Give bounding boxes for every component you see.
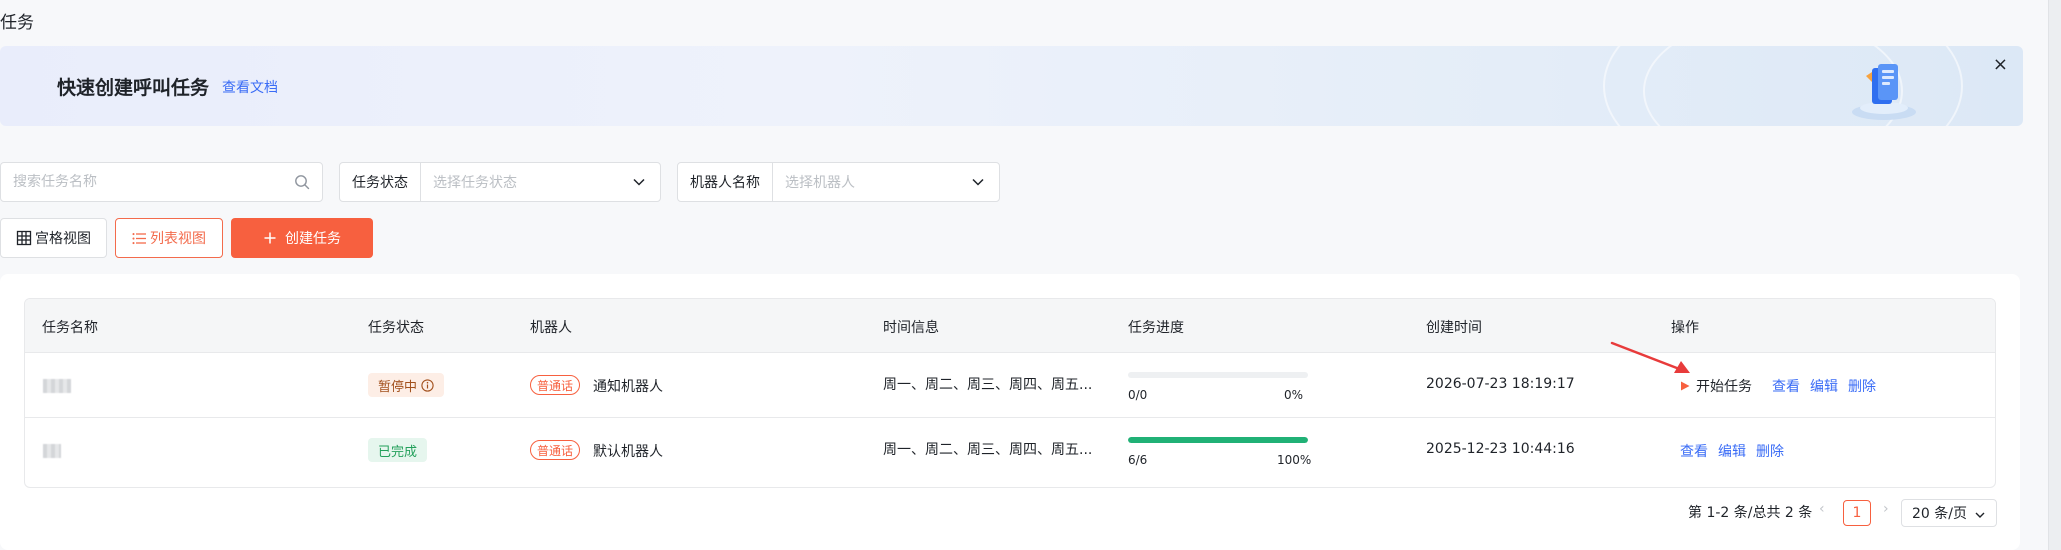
edit-link[interactable]: 编辑 xyxy=(1810,376,1838,396)
column-header-robot: 机器人 xyxy=(530,320,572,336)
edit-link[interactable]: 编辑 xyxy=(1718,441,1746,461)
created-time: 2026-07-23 18:19:17 xyxy=(1426,376,1575,392)
robot-name-label: 机器人名称 xyxy=(678,163,773,201)
start-task-button[interactable]: 开始任务 xyxy=(1680,376,1752,396)
status-badge-label: 已完成 xyxy=(378,444,418,460)
create-task-label: 创建任务 xyxy=(285,231,341,247)
banner-illustration-icon xyxy=(1852,64,1916,120)
robot-name: 通知机器人 xyxy=(593,379,663,395)
language-tag: 普通话 xyxy=(530,440,581,460)
chevron-down-icon xyxy=(972,178,984,186)
robot-name-filter[interactable]: 机器人名称 选择机器人 xyxy=(677,162,1000,202)
play-icon xyxy=(1681,381,1690,391)
info-icon[interactable] xyxy=(421,378,434,392)
start-task-label: 开始任务 xyxy=(1696,379,1752,395)
page-title: 任务 xyxy=(0,13,34,33)
search-input-wrapper xyxy=(0,162,323,202)
task-status-select[interactable]: 选择任务状态 xyxy=(421,172,632,192)
task-name-redacted xyxy=(43,379,71,393)
delete-link[interactable]: 删除 xyxy=(1756,441,1784,461)
window-edge xyxy=(2048,0,2061,550)
language-tag: 普通话 xyxy=(530,375,581,395)
create-task-button[interactable]: 创建任务 xyxy=(231,218,373,258)
progress-count: 6/6 xyxy=(1128,453,1148,467)
search-input[interactable] xyxy=(1,163,281,201)
pagination-total: 第 1-2 条/总共 2 条 xyxy=(1688,505,1813,521)
close-icon[interactable]: × xyxy=(1993,54,2008,75)
column-header-task-name: 任务名称 xyxy=(42,320,98,336)
status-badge-label: 暂停中 xyxy=(378,379,418,395)
list-icon xyxy=(132,232,146,244)
column-header-task-progress: 任务进度 xyxy=(1128,320,1184,336)
status-badge: 暂停中 xyxy=(368,373,445,397)
progress-percent: 0% xyxy=(1284,388,1304,402)
delete-link[interactable]: 删除 xyxy=(1848,376,1876,396)
status-badge: 已完成 xyxy=(368,438,428,462)
progress-percent: 100% xyxy=(1277,453,1312,467)
view-link[interactable]: 查看 xyxy=(1680,441,1708,461)
view-link[interactable]: 查看 xyxy=(1772,376,1800,396)
banner-title: 快速创建呼叫任务 xyxy=(57,77,210,99)
column-header-time-info: 时间信息 xyxy=(883,320,939,336)
table-row: 暂停中 普通话 通知机器人 周一、周二、周三、周四、周五... 0/0 0% 2… xyxy=(25,353,1995,418)
promo-banner: 快速创建呼叫任务 查看文档 × xyxy=(0,46,2023,126)
chevron-down-icon xyxy=(633,178,645,186)
page-size-select[interactable]: 20 条/页 xyxy=(1901,499,1997,527)
task-status-filter[interactable]: 任务状态 选择任务状态 xyxy=(339,162,661,202)
list-view-label: 列表视图 xyxy=(150,231,206,247)
search-icon[interactable] xyxy=(294,174,310,190)
robot-name-select[interactable]: 选择机器人 xyxy=(773,172,971,192)
grid-view-button[interactable]: 宫格视图 xyxy=(0,218,107,258)
pagination-prev-button[interactable]: ‹ xyxy=(1819,501,1825,517)
grid-view-label: 宫格视图 xyxy=(35,231,91,247)
progress-bar xyxy=(1128,437,1308,443)
progress-count: 0/0 xyxy=(1128,388,1148,402)
column-header-created-time: 创建时间 xyxy=(1426,320,1482,336)
pagination-next-button[interactable]: › xyxy=(1883,501,1889,517)
pagination-page-1[interactable]: 1 xyxy=(1843,500,1871,526)
time-info: 周一、周二、周三、周四、周五... xyxy=(883,442,1093,458)
column-header-actions: 操作 xyxy=(1671,320,1699,336)
list-view-button[interactable]: 列表视图 xyxy=(115,218,223,258)
annotation-arrow-icon xyxy=(1610,341,1690,373)
robot-name: 默认机器人 xyxy=(593,444,663,460)
task-name-redacted xyxy=(43,444,61,458)
progress-fill xyxy=(1128,437,1308,443)
grid-icon xyxy=(16,230,32,246)
task-status-label: 任务状态 xyxy=(340,163,421,201)
task-table: 任务名称 任务状态 机器人 时间信息 任务进度 创建时间 操作 暂停中 普通话 … xyxy=(24,298,1996,488)
view-docs-link[interactable]: 查看文档 xyxy=(222,77,278,97)
created-time: 2025-12-23 10:44:16 xyxy=(1426,441,1575,457)
column-header-task-status: 任务状态 xyxy=(368,320,424,336)
progress-bar xyxy=(1128,372,1308,378)
page-size-label: 20 条/页 xyxy=(1912,506,1967,522)
plus-icon xyxy=(264,232,276,244)
time-info: 周一、周二、周三、周四、周五... xyxy=(883,377,1093,393)
table-row: 已完成 普通话 默认机器人 周一、周二、周三、周四、周五... 6/6 100%… xyxy=(25,418,1995,483)
chevron-down-icon xyxy=(1975,512,1985,518)
table-header: 任务名称 任务状态 机器人 时间信息 任务进度 创建时间 操作 xyxy=(25,299,1995,353)
